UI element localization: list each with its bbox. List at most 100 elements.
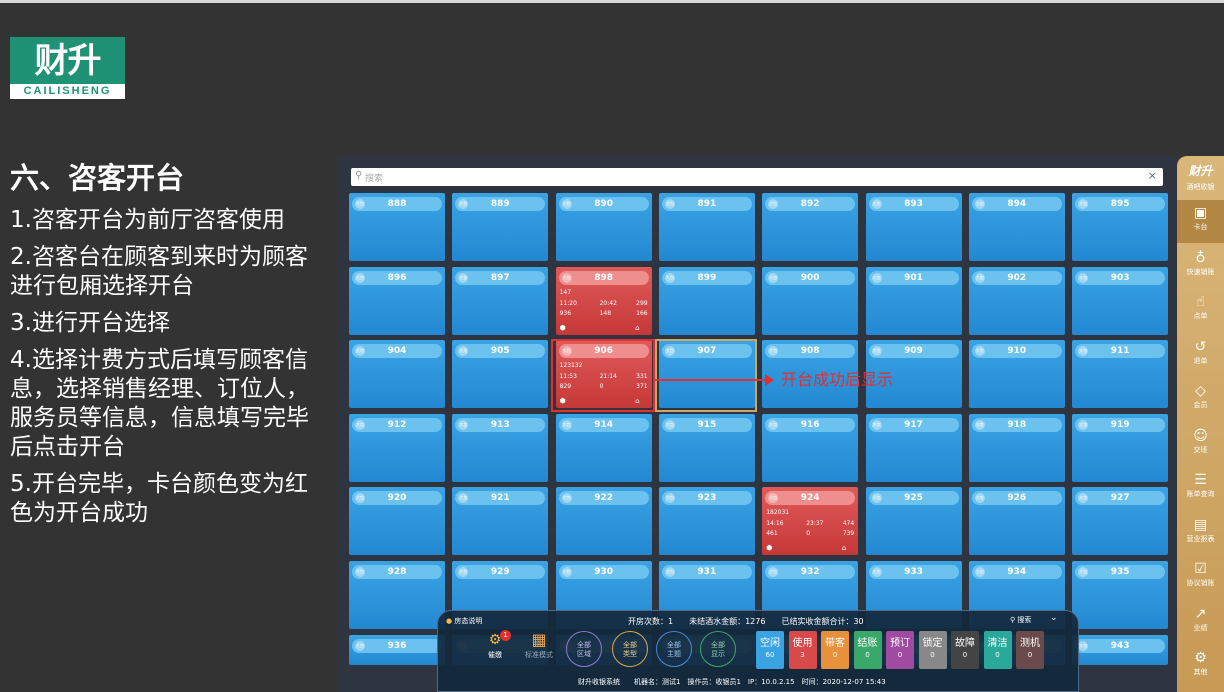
- room-tile[interactable]: 大包 910: [968, 340, 1065, 409]
- reminder-badge: 1: [500, 630, 511, 641]
- sidebar-item[interactable]: ♁ 快速销账: [1177, 245, 1224, 288]
- room-tile[interactable]: 大包 905: [452, 340, 549, 409]
- status-filter-button[interactable]: 测机 0: [1016, 631, 1044, 669]
- room-tile[interactable]: 大包 919: [1072, 413, 1169, 482]
- sidebar-item[interactable]: ⚙ 其他: [1177, 645, 1224, 688]
- room-tile[interactable]: 大包 936: [349, 634, 445, 665]
- room-tile[interactable]: 大包 935: [1072, 561, 1169, 629]
- status-count: 0: [865, 651, 870, 659]
- room-tile[interactable]: 大包 894: [968, 193, 1065, 261]
- room-tile[interactable]: 大包 917: [865, 413, 962, 482]
- status-filter-button[interactable]: 空闲 60: [756, 631, 784, 669]
- room-tile[interactable]: 大包 916: [762, 413, 859, 482]
- room-tile[interactable]: 大包 891: [658, 193, 755, 261]
- filter-type-button[interactable]: 全部 类型: [612, 631, 648, 667]
- room-tile[interactable]: 大包 925: [865, 487, 962, 556]
- step-5: 5.开台完毕，卡台颜色变为红色为开台成功: [10, 471, 308, 526]
- room-number: 922: [594, 493, 613, 504]
- room-tile[interactable]: 大包 926: [968, 487, 1065, 556]
- room-number: 928: [387, 567, 407, 577]
- room-tile[interactable]: 大包 914: [555, 413, 652, 482]
- room-tile[interactable]: 大包 890: [555, 193, 652, 261]
- sidebar-item[interactable]: ◇ 会员: [1177, 378, 1224, 421]
- sidebar-item[interactable]: ↺ 退单: [1177, 334, 1224, 377]
- filter-area-button[interactable]: 全部 区域: [566, 631, 602, 667]
- status-label: 测机: [1020, 638, 1040, 649]
- room-tile[interactable]: 大包 899: [658, 266, 755, 335]
- sidebar-item-label: 业绩: [1193, 623, 1208, 632]
- room-tile[interactable]: 大包 889: [452, 193, 549, 261]
- room-tile[interactable]: 大包 898 147 11:20 20:42 299 936 148 166 ⬢ ⌂: [555, 266, 652, 335]
- sidebar-item[interactable]: ☺ 交班: [1177, 423, 1224, 466]
- report-icon: ▤: [1193, 516, 1208, 533]
- panel-search-button[interactable]: ⚲ 搜索: [1010, 615, 1031, 625]
- sidebar-item[interactable]: ☰ 账单查询: [1177, 467, 1224, 510]
- room-tile[interactable]: 大包 924 182031 14:16 23:37 474 461 0 739 ⬢ ⌂: [762, 487, 859, 556]
- bottle-icon: ♁: [1195, 249, 1206, 266]
- status-filter-button[interactable]: 故障 0: [951, 631, 979, 669]
- tile-header: 大包 891: [661, 197, 752, 211]
- sidebar-item[interactable]: ☑ 协议销账: [1177, 556, 1224, 599]
- status-filter-button[interactable]: 结账 0: [853, 631, 882, 669]
- room-tile[interactable]: 大包 920: [349, 487, 445, 556]
- room-tile[interactable]: 大包 904: [349, 340, 445, 409]
- room-tile[interactable]: 大包 915: [658, 413, 755, 482]
- reminder-button[interactable]: ⚙ 1 催缴: [478, 630, 512, 668]
- filter-theme-button[interactable]: 全部 主题: [656, 631, 692, 667]
- status-count: 3: [800, 651, 805, 659]
- room-tile[interactable]: 大包 892: [762, 193, 859, 261]
- tile-header: 大包 895: [1075, 197, 1166, 211]
- mode-button[interactable]: ▦ 标准模式: [520, 630, 558, 668]
- room-tile[interactable]: 大包 921: [452, 487, 549, 556]
- chevron-down-icon[interactable]: ⌄: [1050, 613, 1058, 623]
- room-tile[interactable]: 大包 903: [1072, 266, 1169, 335]
- search-input[interactable]: ⚲ 搜索 ×: [351, 168, 1163, 186]
- status-filter-button[interactable]: 带客 0: [821, 631, 849, 669]
- tile-header: 大包 927: [1075, 491, 1166, 506]
- room-tile[interactable]: 大包 896: [349, 266, 445, 335]
- room-number: 898: [594, 272, 613, 283]
- room-tile[interactable]: 大包 897: [452, 266, 549, 335]
- close-icon[interactable]: ×: [1148, 169, 1157, 182]
- right-sidebar: 财升 酒吧收银 ▣ 卡台 ♁ 快速销账 ☝ 点单 ↺ 退单 ◇ 会员 ☺ 交班 ☰ 账单查询 ▤ 营业报表 ☑ 协…: [1177, 156, 1224, 692]
- room-tile[interactable]: 大包 922: [555, 487, 652, 556]
- room-tile[interactable]: 大包 888: [349, 193, 445, 261]
- room-tile[interactable]: 大包 902: [968, 266, 1065, 335]
- room-status-legend[interactable]: ● 房态说明: [446, 616, 482, 626]
- room-tile[interactable]: 大包 918: [968, 413, 1065, 482]
- status-filter-button[interactable]: 锁定 0: [918, 631, 947, 669]
- start-time: 11:20: [559, 299, 577, 307]
- room-tile[interactable]: 大包 911: [1072, 340, 1169, 409]
- room-tile[interactable]: 大包 943: [1072, 634, 1169, 665]
- tile-header: 大包 919: [1075, 417, 1166, 432]
- room-number: 916: [800, 419, 820, 430]
- room-tile[interactable]: 大包 893: [865, 193, 962, 261]
- reminder-label: 催缴: [488, 651, 502, 659]
- hand-icon: ☝: [1196, 294, 1205, 310]
- sidebar-item-label: 其他: [1193, 668, 1208, 676]
- sidebar-item[interactable]: ▣ 卡台: [1177, 200, 1224, 243]
- filter-display-button[interactable]: 全部 显示: [700, 631, 736, 667]
- room-number: 897: [490, 272, 510, 283]
- sidebar-item[interactable]: ☝ 点单: [1177, 289, 1224, 332]
- room-tile[interactable]: 大包 900: [762, 266, 859, 335]
- system-footer: 财升收银系统 机器名：测试1 操作员：收银员1 IP：10.0.2.15 时间：…: [578, 678, 886, 686]
- room-tile[interactable]: 大包 912: [349, 413, 445, 482]
- sidebar-item[interactable]: ▤ 营业报表: [1177, 512, 1224, 555]
- room-number: 911: [1110, 346, 1130, 357]
- room-tile[interactable]: 大包 927: [1072, 487, 1169, 556]
- tile-value-1: 474: [842, 520, 855, 528]
- room-tile[interactable]: 大包 895: [1072, 193, 1169, 261]
- step-3: 3.进行开台选择: [10, 310, 170, 336]
- room-tile[interactable]: 大包 923: [658, 487, 755, 556]
- room-tile[interactable]: 大包 913: [452, 413, 549, 482]
- tile-header: 大包 897: [455, 270, 546, 285]
- room-tile[interactable]: 大包 928: [349, 561, 445, 629]
- room-tile[interactable]: 大包 901: [865, 266, 962, 335]
- tile-header: 大包 909: [868, 344, 959, 359]
- room-number: 917: [904, 419, 923, 430]
- sidebar-item[interactable]: ↗ 业绩: [1177, 601, 1224, 644]
- status-filter-button[interactable]: 清洁 0: [983, 631, 1012, 669]
- status-filter-button[interactable]: 预订 0: [886, 631, 914, 669]
- status-filter-button[interactable]: 使用 3: [788, 631, 817, 669]
